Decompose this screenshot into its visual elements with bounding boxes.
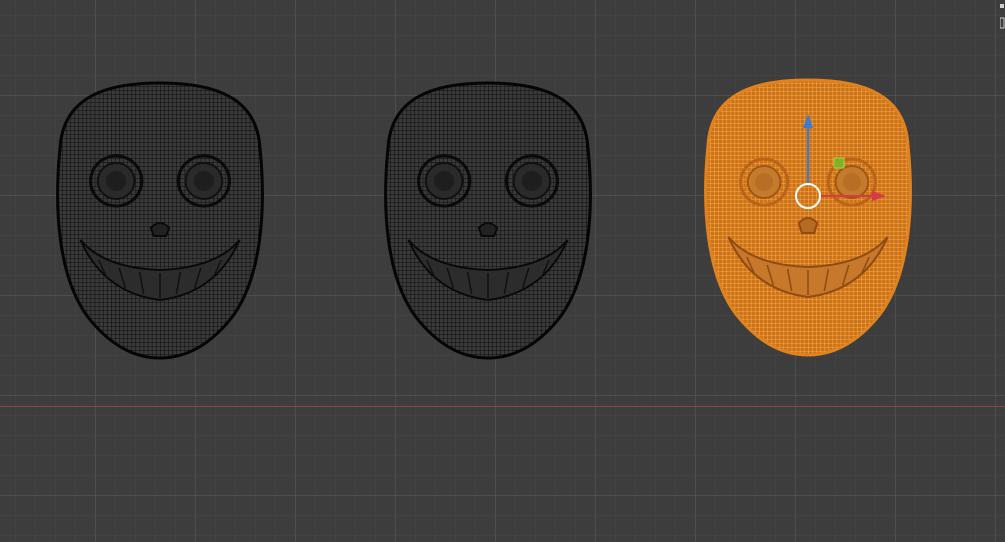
eye-left <box>417 154 472 208</box>
eye-right <box>504 154 559 208</box>
nose <box>149 222 171 237</box>
nose <box>797 217 819 234</box>
gizmo-y-plane-handle[interactable] <box>833 157 845 169</box>
scene-canvas[interactable] <box>0 0 1005 542</box>
viewport-corner-widget[interactable] <box>1000 0 1005 34</box>
mask-left[interactable] <box>56 81 264 360</box>
nose <box>477 222 499 237</box>
mask-middle[interactable] <box>384 81 592 360</box>
eye-left <box>89 154 144 208</box>
eye-right <box>176 154 231 208</box>
eye-left <box>739 157 790 207</box>
navigation-icon <box>1000 4 1005 29</box>
3d-viewport[interactable] <box>0 0 1005 542</box>
